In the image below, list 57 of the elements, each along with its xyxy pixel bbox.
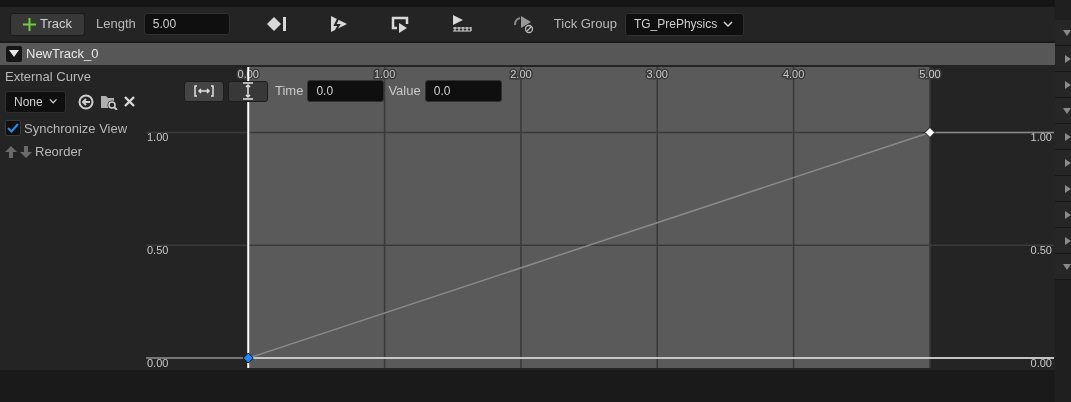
tick-group-label: Tick Group <box>553 15 617 34</box>
time-label: Time <box>275 82 304 101</box>
external-curve-label: External Curve <box>5 68 92 86</box>
keyframe-handle[interactable] <box>924 126 936 138</box>
caret-down-icon <box>9 50 19 58</box>
x-tick-label: 1.00 <box>373 68 396 80</box>
caret-right-icon[interactable] <box>1065 132 1071 141</box>
time-field[interactable]: 0.0 <box>307 80 385 102</box>
y-tick-label: 0.00 <box>1030 357 1052 368</box>
close-icon[interactable] <box>124 96 135 107</box>
arrow-down-icon[interactable] <box>20 145 32 158</box>
add-track-button[interactable]: Track <box>10 12 86 36</box>
value-field[interactable]: 0.0 <box>424 80 502 102</box>
y-tick-label: 1.00 <box>147 131 169 144</box>
fit-vertical-icon <box>242 82 254 100</box>
caret-right-icon[interactable] <box>1065 158 1071 167</box>
fit-vertical-button[interactable] <box>228 80 268 102</box>
caret-down-icon[interactable] <box>1063 263 1071 270</box>
track-name: NewTrack_0 <box>26 45 99 64</box>
replicate-icon[interactable] <box>512 14 534 34</box>
caret-right-icon[interactable] <box>1065 210 1071 219</box>
expand-toggle[interactable] <box>6 46 22 62</box>
reorder-label: Reorder <box>35 143 82 161</box>
loop-icon[interactable] <box>389 14 410 34</box>
y-tick-label: 0.50 <box>147 244 169 257</box>
caret-down-icon[interactable] <box>1063 29 1071 36</box>
arrow-up-icon[interactable] <box>5 145 17 158</box>
y-tick-label: 1.00 <box>1030 131 1052 144</box>
length-field[interactable]: 5.00 <box>143 13 230 35</box>
timeline-icon[interactable] <box>450 15 472 33</box>
chevron-down-icon <box>48 98 57 105</box>
plus-icon <box>23 17 36 31</box>
value-label: Value <box>388 82 421 101</box>
use-selected-icon[interactable] <box>78 93 94 110</box>
caret-right-icon[interactable] <box>1065 54 1071 63</box>
y-tick-label: 0.50 <box>1030 244 1052 257</box>
x-tick-label: 3.00 <box>646 68 668 80</box>
fit-horizontal-icon <box>194 85 214 97</box>
caret-right-icon[interactable] <box>1065 236 1071 245</box>
external-curve-dropdown[interactable]: None <box>5 90 66 113</box>
x-tick-label: 5.00 <box>919 68 941 80</box>
keyframe-icon[interactable] <box>265 15 288 33</box>
chevron-down-icon <box>723 20 734 28</box>
fit-horizontal-button[interactable] <box>184 80 224 102</box>
folder-search-icon[interactable] <box>100 93 118 110</box>
x-tick-label: 4.00 <box>782 68 805 80</box>
caret-down-icon[interactable] <box>1063 107 1071 114</box>
play-event-icon[interactable] <box>328 15 349 33</box>
caret-right-icon[interactable] <box>1065 184 1071 193</box>
tick-group-dropdown[interactable]: TG_PrePhysics <box>624 12 745 36</box>
length-label: Length <box>96 15 136 34</box>
keyframe-handle[interactable] <box>242 352 254 364</box>
x-tick-label: 2.00 <box>510 68 532 80</box>
checkbox[interactable] <box>5 120 21 137</box>
y-tick-label: 0.00 <box>147 357 169 368</box>
synchronize-view-label: Synchronize View <box>24 119 128 138</box>
caret-right-icon[interactable] <box>1065 80 1071 89</box>
